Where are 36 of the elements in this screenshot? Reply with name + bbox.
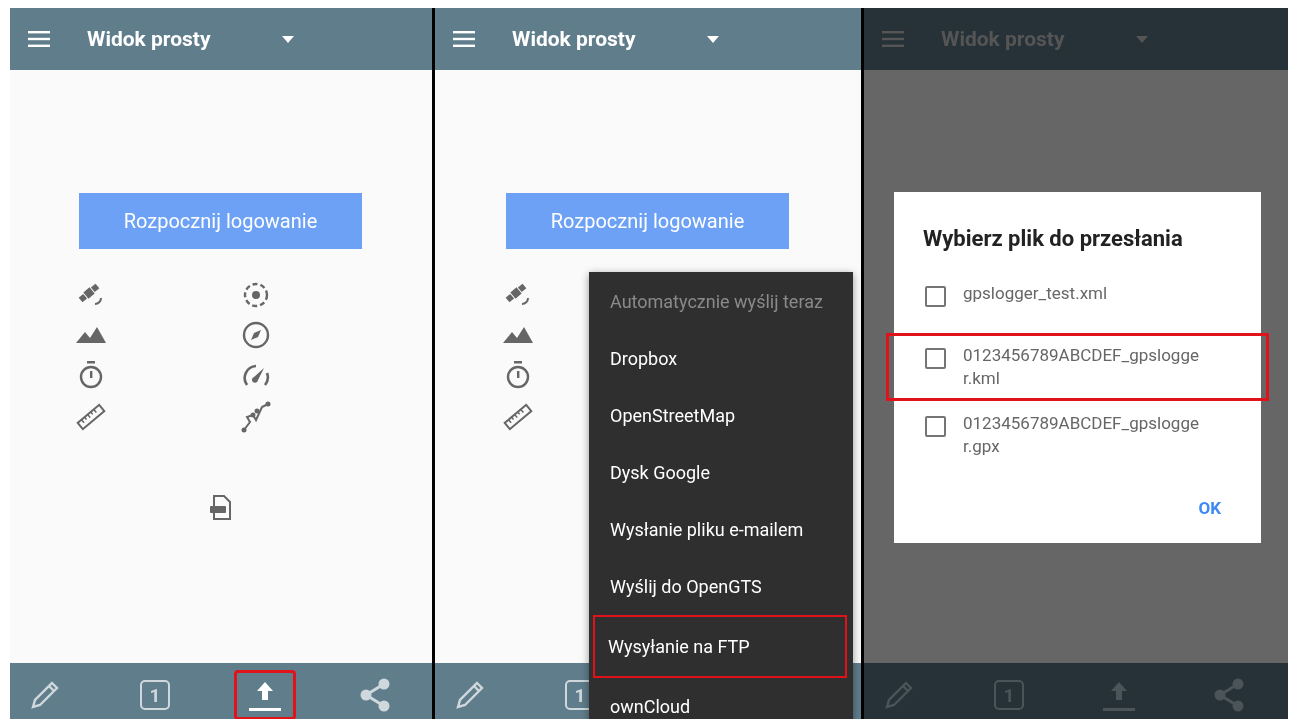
dialog-title: Wybierz plik do przesłania — [922, 226, 1184, 251]
menu-item[interactable]: Wysłanie pliku e-mailem — [589, 501, 853, 558]
menu-item[interactable]: Wysyłanie na FTP — [593, 615, 847, 678]
ruler-icon — [503, 403, 533, 431]
menu-item[interactable]: Dropbox — [589, 330, 853, 387]
file-option[interactable]: 0123456789ABCDEF_gpslogger.kml — [886, 333, 1269, 401]
view-title[interactable]: Widok prosty — [87, 27, 282, 51]
target-icon — [242, 281, 270, 309]
dropdown-caret-icon[interactable] — [282, 35, 294, 43]
stopwatch-icon — [505, 361, 531, 389]
upload-icon[interactable] — [234, 670, 296, 719]
dropdown-caret-icon[interactable] — [707, 35, 719, 43]
mountains-icon — [76, 327, 106, 343]
menu-item[interactable]: ownCloud — [589, 678, 853, 719]
counter-button[interactable]: 1 — [124, 670, 186, 719]
route-icon — [241, 401, 271, 433]
checkbox[interactable] — [925, 286, 946, 307]
menu-icon[interactable] — [28, 31, 50, 47]
ruler-icon — [76, 403, 106, 431]
stopwatch-icon — [78, 361, 104, 389]
satellite-icon — [504, 282, 532, 308]
file-option[interactable]: 0123456789ABCDEF_gpslogger.gpx — [886, 401, 1269, 469]
menu-icon[interactable] — [453, 31, 475, 47]
mountains-icon — [503, 327, 533, 343]
menu-item[interactable]: Wyślij do OpenGTS — [589, 558, 853, 615]
file-option[interactable]: gpslogger_test.xml — [886, 271, 1269, 333]
checkbox[interactable] — [925, 348, 946, 369]
compass-icon — [242, 321, 270, 349]
view-title[interactable]: Widok prosty — [512, 27, 707, 51]
ok-button[interactable]: OK — [1192, 497, 1227, 519]
speedometer-icon — [242, 363, 270, 387]
menu-item[interactable]: Dysk Google — [589, 444, 853, 501]
checkbox[interactable] — [925, 416, 946, 437]
menu-item[interactable]: OpenStreetMap — [589, 387, 853, 444]
file-icon — [210, 495, 232, 521]
satellite-icon — [77, 282, 105, 308]
